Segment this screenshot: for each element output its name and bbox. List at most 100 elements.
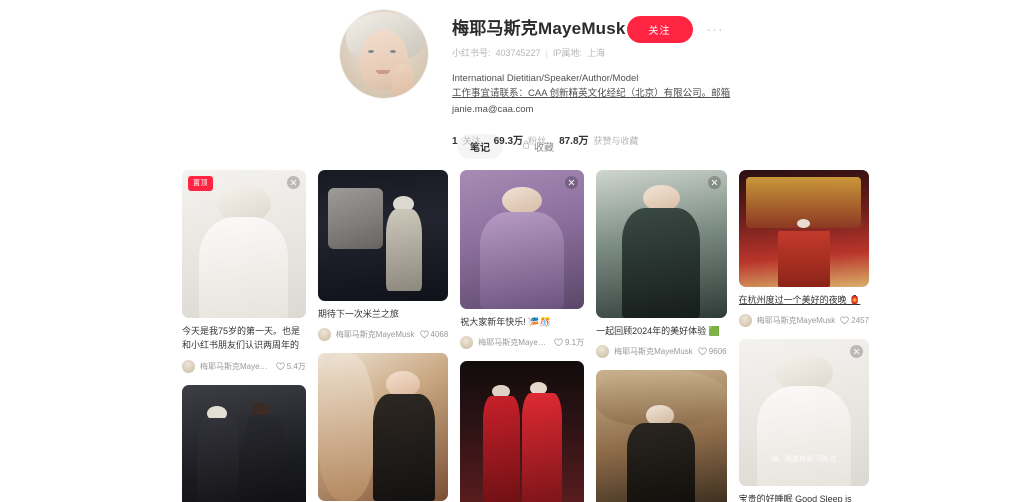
profile-actions: 关注 ··· bbox=[626, 16, 725, 43]
note-author-avatar[interactable] bbox=[460, 335, 474, 349]
notes-column: 一起回顾2024年的美好体验 🟩 梅耶马斯克MayeMusk 9606 bbox=[596, 170, 727, 502]
avatar-eye-right bbox=[390, 50, 396, 53]
note-caption[interactable]: 一起回顾2024年的美好体验 🟩 bbox=[596, 325, 726, 339]
note-like-number: 9.1万 bbox=[564, 337, 585, 347]
note-card[interactable] bbox=[182, 385, 306, 502]
following-label: 关注 bbox=[462, 136, 481, 147]
pinned-badge: 置顶 bbox=[188, 176, 213, 191]
note-image bbox=[738, 170, 870, 287]
note-thumbnail[interactable] bbox=[460, 360, 585, 502]
ip-location-value: 上海 bbox=[586, 48, 605, 58]
avatar-eye-left bbox=[368, 50, 374, 53]
note-image bbox=[317, 352, 449, 501]
xhs-id-label: 小红书号: bbox=[452, 48, 491, 58]
note-image bbox=[182, 170, 306, 318]
following-count: 1 bbox=[452, 136, 458, 148]
likes-label: 获赞与收藏 bbox=[593, 136, 639, 147]
dismiss-icon[interactable] bbox=[286, 176, 300, 189]
note-caption[interactable]: 在杭州度过一个美好的夜晚 🏮 bbox=[739, 294, 869, 308]
note-author-name[interactable]: 梅耶马斯克MayeMusk bbox=[614, 346, 693, 357]
note-thumbnail[interactable]: 置顶 bbox=[182, 170, 306, 318]
note-author-avatar[interactable] bbox=[182, 360, 195, 373]
note-author-avatar[interactable] bbox=[596, 344, 610, 358]
note-card[interactable] bbox=[317, 352, 449, 501]
note-author-name[interactable]: 梅耶马斯克MayeMusk bbox=[200, 361, 271, 372]
note-footer: 梅耶马斯克MayeMusk 2457 bbox=[738, 313, 869, 327]
avatar-hand-shape bbox=[392, 64, 414, 98]
profile-bio: International Dietitian/Speaker/Author/M… bbox=[452, 71, 1024, 117]
note-footer: 梅耶马斯克MayeMusk 9.1万 bbox=[460, 335, 584, 349]
note-like-count[interactable]: 2457 bbox=[840, 316, 869, 325]
note-thumbnail[interactable]: 嗨，我是梅耶·马斯克 bbox=[738, 338, 870, 486]
followers-count: 69.3万 bbox=[493, 136, 524, 148]
avatar[interactable] bbox=[340, 10, 428, 98]
notes-grid: 置顶今天是我75岁的第一天。也是和小红书朋友们认识两周年的日子，我会... 梅耶马… bbox=[182, 170, 870, 502]
note-card[interactable]: 在杭州度过一个美好的夜晚 🏮 梅耶马斯克MayeMusk 2457 bbox=[738, 170, 870, 327]
note-image bbox=[317, 170, 449, 301]
profile-info: 梅耶马斯克MayeMusk 小红书号: 403745227 | IP属地: 上海… bbox=[428, 10, 1024, 147]
profile-stats: 1 关注 69.3万 粉丝 87.8万 获赞与收藏 bbox=[452, 132, 1024, 147]
note-thumbnail[interactable] bbox=[596, 369, 727, 502]
note-author-avatar[interactable] bbox=[738, 313, 752, 327]
note-card[interactable]: 祝大家新年快乐! 🎏🎊 梅耶马斯克MayeMusk 9.1万 bbox=[460, 170, 585, 349]
name-row: 梅耶马斯克MayeMusk bbox=[452, 14, 1024, 39]
note-author-name[interactable]: 梅耶马斯克MayeMusk bbox=[336, 329, 415, 340]
note-author-avatar[interactable] bbox=[317, 327, 331, 341]
notes-column: 在杭州度过一个美好的夜晚 🏮 梅耶马斯克MayeMusk 2457 嗨，我是梅耶·马斯… bbox=[738, 170, 870, 502]
avatar-mouth bbox=[376, 70, 390, 74]
bio-line-2: 工作事宜请联系：CAA 创新精英文化经纪（北京）有限公司。邮箱 bbox=[452, 88, 731, 100]
note-like-number: 5.4万 bbox=[286, 362, 306, 371]
note-thumbnail[interactable] bbox=[460, 170, 585, 309]
bio-line-3: janie.ma@caa.com bbox=[452, 103, 534, 115]
note-image bbox=[596, 170, 727, 318]
note-thumbnail[interactable] bbox=[738, 170, 870, 287]
dismiss-icon[interactable] bbox=[850, 344, 864, 358]
note-image-overlay-text: 嗨，我是梅耶·马斯克 bbox=[771, 455, 837, 463]
meta-divider: | bbox=[545, 47, 548, 58]
note-author-name[interactable]: 梅耶马斯克MayeMusk bbox=[478, 337, 549, 348]
profile-page: 梅耶马斯克MayeMusk 小红书号: 403745227 | IP属地: 上海… bbox=[0, 0, 1024, 502]
note-footer: 梅耶马斯克MayeMusk 5.4万 bbox=[182, 360, 306, 373]
note-footer: 梅耶马斯克MayeMusk 9606 bbox=[596, 344, 727, 358]
note-like-number: 9606 bbox=[708, 346, 727, 356]
ip-location-label: IP属地: bbox=[552, 48, 582, 58]
note-thumbnail[interactable] bbox=[596, 170, 727, 318]
note-thumbnail[interactable] bbox=[317, 170, 449, 301]
note-card[interactable] bbox=[460, 360, 585, 502]
note-card[interactable]: 嗨，我是梅耶·马斯克宝贵的好睡眠 Good Sleep is AI...梅耶马斯… bbox=[738, 338, 870, 502]
note-thumbnail[interactable] bbox=[317, 352, 449, 501]
follow-button[interactable]: 关注 bbox=[626, 16, 693, 43]
note-author-name[interactable]: 梅耶马斯克MayeMusk bbox=[757, 315, 836, 326]
note-like-count[interactable]: 9.1万 bbox=[554, 337, 584, 348]
note-like-count[interactable]: 9606 bbox=[698, 347, 727, 356]
note-card[interactable]: 一起回顾2024年的美好体验 🟩 梅耶马斯克MayeMusk 9606 bbox=[596, 170, 727, 358]
note-image bbox=[460, 360, 585, 502]
dismiss-icon[interactable] bbox=[707, 176, 721, 189]
notes-column: 祝大家新年快乐! 🎏🎊 梅耶马斯克MayeMusk 9.1万 bbox=[460, 170, 585, 502]
note-footer: 梅耶马斯克MayeMusk 4068 bbox=[317, 327, 449, 341]
followers-label: 粉丝 bbox=[528, 136, 547, 147]
note-image bbox=[460, 170, 585, 309]
note-image bbox=[596, 369, 727, 502]
likes-count: 87.8万 bbox=[559, 136, 589, 148]
note-caption[interactable]: 祝大家新年快乐! 🎏🎊 bbox=[460, 316, 584, 330]
note-card[interactable] bbox=[596, 369, 727, 502]
xhs-id-value: 403745227 bbox=[495, 47, 541, 58]
note-like-count[interactable]: 4068 bbox=[419, 329, 449, 339]
note-like-number: 2457 bbox=[851, 315, 870, 325]
profile-meta: 小红书号: 403745227 | IP属地: 上海 bbox=[452, 46, 1024, 59]
note-like-count[interactable]: 5.4万 bbox=[276, 361, 306, 372]
notes-column: 置顶今天是我75岁的第一天。也是和小红书朋友们认识两周年的日子，我会... 梅耶马… bbox=[182, 170, 306, 502]
profile-header: 梅耶马斯克MayeMusk 小红书号: 403745227 | IP属地: 上海… bbox=[0, 0, 1024, 147]
note-caption[interactable]: 今天是我75岁的第一天。也是和小红书朋友们认识两周年的日子，我会... bbox=[182, 325, 306, 354]
note-caption[interactable]: 宝贵的好睡眠 Good Sleep is AI... bbox=[739, 493, 869, 502]
notes-column: 期待下一次米兰之旅梅耶马斯克MayeMusk 4068 bbox=[317, 170, 449, 502]
more-options-icon[interactable]: ··· bbox=[707, 23, 725, 36]
note-card[interactable]: 期待下一次米兰之旅梅耶马斯克MayeMusk 4068 bbox=[317, 170, 449, 341]
bio-line-1: International Dietitian/Speaker/Author/M… bbox=[452, 73, 639, 84]
note-thumbnail[interactable] bbox=[182, 385, 306, 502]
avatar-wrapper bbox=[340, 10, 428, 118]
note-card[interactable]: 置顶今天是我75岁的第一天。也是和小红书朋友们认识两周年的日子，我会... 梅耶马… bbox=[182, 170, 306, 373]
note-caption[interactable]: 期待下一次米兰之旅 bbox=[318, 308, 448, 322]
note-like-number: 4068 bbox=[430, 329, 449, 339]
